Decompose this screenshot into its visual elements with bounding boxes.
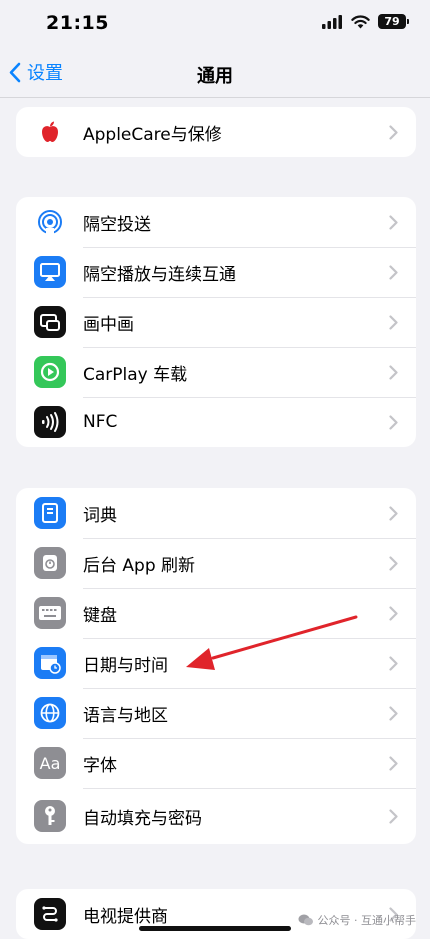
chevron-right-icon (389, 555, 398, 571)
row-label: 自动填充与密码 (83, 808, 202, 829)
calendar-clock-icon (34, 647, 66, 679)
page-title: 通用 (197, 66, 233, 87)
font-icon: Aa (34, 747, 66, 779)
dictionary-icon (34, 497, 66, 529)
row-label: 字体 (83, 755, 117, 776)
signal-icon (322, 14, 342, 29)
chevron-right-icon (389, 124, 398, 140)
chevron-right-icon (389, 605, 398, 621)
nav-divider (0, 97, 430, 98)
chevron-right-icon (389, 214, 398, 230)
chevron-right-icon (389, 264, 398, 280)
home-indicator (139, 926, 291, 931)
chevron-right-icon (389, 655, 398, 671)
row-airplay-handoff[interactable]: 隔空播放与连续互通 (16, 247, 416, 297)
chevron-right-icon (389, 364, 398, 380)
watermark-text: 公众号 · 互通小帮手 (317, 914, 417, 927)
keyboard-icon (34, 597, 66, 629)
row-label: 词典 (83, 505, 117, 526)
row-fonts[interactable]: Aa 字体 (16, 738, 416, 788)
row-background-app-refresh[interactable]: 后台 App 刷新 (16, 538, 416, 588)
nav-bar: 设置 通用 (0, 52, 430, 96)
row-label: 键盘 (83, 605, 117, 626)
nfc-icon (34, 406, 66, 438)
airplay-icon (34, 256, 66, 288)
globe-icon (34, 697, 66, 729)
row-language-region[interactable]: 语言与地区 (16, 688, 416, 738)
chevron-right-icon (389, 755, 398, 771)
row-carplay[interactable]: CarPlay 车载 (16, 347, 416, 397)
status-time: 21:15 (46, 12, 109, 34)
wechat-icon (298, 914, 313, 926)
row-label: AppleCare与保修 (83, 124, 222, 145)
wifi-icon (351, 14, 370, 28)
row-date-time[interactable]: 日期与时间 (16, 638, 416, 688)
row-label: 隔空播放与连续互通 (83, 264, 236, 285)
row-label: 语言与地区 (83, 705, 168, 726)
row-nfc[interactable]: NFC (16, 397, 416, 447)
status-icons: 79 (322, 14, 409, 29)
row-label: 日期与时间 (83, 655, 168, 676)
settings-group-connectivity: 隔空投送 隔空播放与连续互通 画中画 CarPlay 车载 NFC (16, 197, 416, 447)
row-label: 隔空投送 (83, 214, 151, 235)
airdrop-icon (34, 206, 66, 238)
picture-in-picture-icon (34, 306, 66, 338)
chevron-right-icon (389, 705, 398, 721)
chevron-right-icon (389, 314, 398, 330)
row-dictionary[interactable]: 词典 (16, 488, 416, 538)
carplay-icon (34, 356, 66, 388)
status-bar: 21:15 79 (0, 0, 430, 48)
battery-icon: 79 (378, 14, 409, 29)
settings-group-system: 词典 后台 App 刷新 键盘 日期与时间 语言与地区 Aa 字体 自动填充与密… (16, 488, 416, 844)
settings-group-applecare: AppleCare与保修 (16, 107, 416, 157)
chevron-right-icon (389, 808, 398, 824)
row-keyboard[interactable]: 键盘 (16, 588, 416, 638)
watermark: 公众号 · 互通小帮手 (298, 912, 417, 928)
apple-logo-icon (34, 116, 66, 148)
row-label: 后台 App 刷新 (83, 555, 196, 576)
tv-provider-icon (34, 898, 66, 930)
row-applecare[interactable]: AppleCare与保修 (16, 107, 416, 157)
key-icon (34, 800, 66, 832)
row-label: CarPlay 车载 (83, 364, 188, 385)
chevron-right-icon (389, 505, 398, 521)
chevron-right-icon (389, 414, 398, 430)
background-refresh-icon (34, 547, 66, 579)
row-airdrop[interactable]: 隔空投送 (16, 197, 416, 247)
row-picture-in-picture[interactable]: 画中画 (16, 297, 416, 347)
row-autofill-passwords[interactable]: 自动填充与密码 (16, 788, 416, 844)
row-label: 画中画 (83, 314, 134, 335)
row-label: NFC (83, 412, 118, 432)
